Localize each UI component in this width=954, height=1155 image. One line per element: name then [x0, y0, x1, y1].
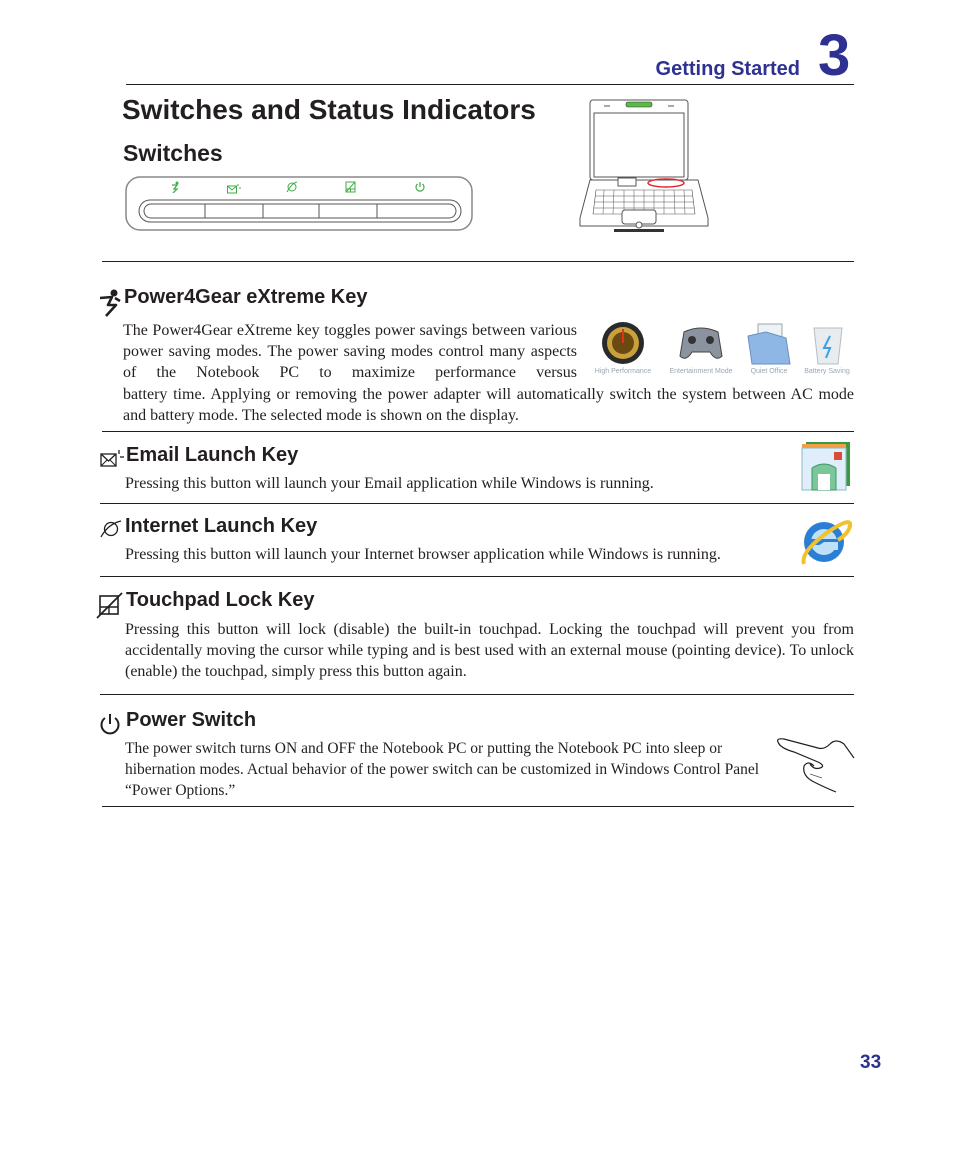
quiet-office-icon — [746, 322, 792, 366]
power-icon — [99, 712, 121, 741]
section-heading: Email Launch Key — [126, 444, 299, 466]
divider — [102, 261, 854, 262]
power-mode-gallery: High Performance Entertainment Mode Quie… — [586, 318, 858, 380]
high-performance-icon — [600, 320, 646, 366]
divider — [102, 806, 854, 807]
divider — [100, 576, 854, 577]
page-number: 33 — [860, 1052, 882, 1073]
mode-label: High Performance — [594, 368, 652, 375]
power-icon — [414, 180, 426, 198]
section-body: The Power4Gear eXtreme key toggles power… — [123, 322, 577, 381]
power4gear-icon — [169, 180, 181, 198]
entertainment-mode-icon — [678, 322, 724, 366]
divider — [102, 431, 854, 432]
switch-panel-figure — [125, 176, 473, 231]
mode-label: Battery Saving — [804, 368, 850, 375]
finger-press-illustration — [774, 736, 856, 794]
divider — [100, 503, 854, 504]
chapter-label: Getting Started — [655, 58, 800, 80]
touchpad-lock-icon — [96, 592, 124, 625]
internet-icon — [100, 520, 122, 543]
section-heading: Power Switch — [126, 709, 257, 731]
header-rule — [126, 84, 854, 85]
page-title: Switches and Status Indicators — [122, 94, 536, 125]
section-heading: Touchpad Lock Key — [126, 589, 315, 611]
email-icon — [227, 181, 241, 199]
section-body: The power switch turns ON and OFF the No… — [125, 740, 760, 799]
touchpad-lock-icon — [345, 180, 356, 198]
divider — [100, 694, 854, 695]
email-icon — [100, 448, 124, 473]
internet-explorer-icon — [798, 512, 854, 568]
chapter-number: 3 — [818, 23, 851, 88]
internet-icon — [286, 180, 298, 198]
windows-mail-icon — [800, 440, 854, 492]
battery-saving-icon — [808, 322, 848, 366]
section-heading: Power4Gear eXtreme Key — [124, 286, 368, 308]
section-heading: Internet Launch Key — [125, 515, 318, 537]
laptop-figure — [574, 98, 714, 234]
power4gear-icon — [98, 289, 122, 322]
section-body-continued: battery time. Applying or removing the p… — [123, 386, 854, 424]
section-body: Pressing this button will lock (disable)… — [125, 621, 854, 680]
mode-label: Quiet Office — [750, 368, 788, 375]
section-body: Pressing this button will launch your In… — [125, 546, 721, 563]
section-body: Pressing this button will launch your Em… — [125, 475, 654, 492]
section-title: Switches — [123, 140, 223, 166]
mode-label: Entertainment Mode — [669, 368, 733, 375]
